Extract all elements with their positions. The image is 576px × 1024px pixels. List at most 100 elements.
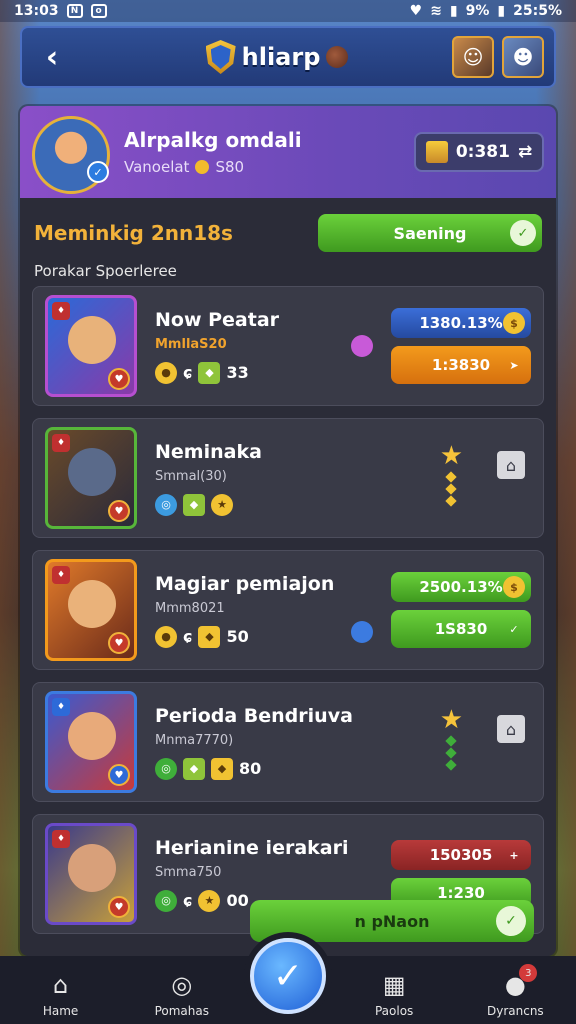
gold-icon: ●	[155, 361, 177, 384]
rank-icon: ♥	[108, 896, 130, 918]
shield-icon: ◆	[198, 625, 221, 648]
character-portrait[interactable]: ♦ ♥	[45, 559, 137, 661]
reward-markers: ★	[439, 441, 463, 507]
section-action-label: Saening	[393, 223, 467, 243]
character-portrait[interactable]: ♦ ♥	[45, 295, 137, 397]
list-item[interactable]: ♦ ♥ Perioda Bendriuva Mnma7770) ◎ ◆ ◆ 80…	[32, 682, 544, 802]
target-icon: ◎	[155, 493, 177, 516]
stat-value: 00	[226, 891, 249, 910]
nav-dynamics[interactable]: ● 3 Dyrancns	[460, 964, 570, 1018]
list-item[interactable]: ♦ ♥ Now Peatar MmllaS20 ● ɕ ◆ 33 1380.13…	[32, 286, 544, 406]
rank-icon: ♥	[108, 500, 130, 522]
chat-icon: ● 3	[499, 964, 538, 1000]
nav-label: Hame	[42, 1004, 79, 1018]
gold-icon: ●	[155, 625, 177, 648]
target-icon: ◎	[155, 757, 177, 780]
nav-tools[interactable]: ▦ Paolos	[339, 970, 449, 1018]
upgrade-button[interactable]: 1S830 ✓	[391, 610, 531, 648]
section-title: Meminkig 2nn18s	[34, 221, 233, 245]
page-title: hliarp	[241, 43, 321, 71]
character-sub: Smma750	[155, 864, 222, 880]
header-avatars: ☺ ☻	[452, 36, 544, 78]
character-sub: Smmal(30)	[155, 468, 227, 484]
wifi-icon: ≋	[430, 3, 442, 19]
nav-home[interactable]: ⌂ Hame	[6, 970, 116, 1018]
main-panel: ✓ Alrpalkg omdali Vanoelat S80 0:381 ⇄ M…	[20, 106, 556, 956]
reward-markers: ★	[440, 707, 463, 771]
check-icon: ✓	[496, 906, 526, 936]
character-face	[68, 712, 116, 760]
floating-action-label: n pNaon	[354, 911, 430, 931]
diamond-icon	[445, 735, 458, 747]
star-icon: ★	[198, 889, 221, 912]
diamond-icon	[445, 747, 458, 759]
progress-value: 2500.13%	[419, 578, 503, 596]
character-face	[68, 316, 116, 364]
profile-banner: ✓ Alrpalkg omdali Vanoelat S80 0:381 ⇄	[20, 106, 556, 198]
class-icon: ♦	[52, 698, 70, 716]
sword-icon: ɕ	[183, 363, 193, 382]
character-name: Herianine ierakari	[155, 836, 349, 859]
diamond-icon	[445, 471, 458, 483]
rank-icon: ♥	[108, 368, 130, 390]
progress-value: 150305	[429, 846, 493, 864]
heart-icon: ♥	[409, 3, 423, 19]
coin-icon: $	[503, 576, 525, 598]
currency-display[interactable]: 0:381 ⇄	[414, 132, 544, 172]
shield-icon	[205, 40, 236, 74]
header-avatar-hero[interactable]: ☺	[452, 36, 494, 78]
nav-search[interactable]: ◎ Pomahas	[127, 970, 237, 1018]
center-check-button[interactable]: ✓	[250, 938, 326, 1014]
signal-icon: ▮	[449, 3, 458, 19]
back-button[interactable]: ‹	[32, 37, 72, 77]
profile-sub-label: Vanoelat	[124, 158, 190, 176]
cube-icon: ◆	[183, 493, 205, 516]
shield-icon: ◆	[198, 361, 221, 384]
section-action-button[interactable]: Saening ✓	[318, 214, 542, 252]
header-avatar-knight[interactable]: ☻	[502, 36, 544, 78]
calendar-icon: ▦	[382, 971, 406, 999]
character-name: Neminaka	[155, 440, 262, 463]
profile-name: Alrpalkg omdali	[124, 128, 302, 152]
section-header: Meminkig 2nn18s Saening ✓	[20, 198, 556, 256]
character-portrait[interactable]: ♦ ♥	[45, 427, 137, 529]
progress-pill: 2500.13% $	[391, 572, 531, 602]
header-title-group: hliarp	[102, 40, 452, 74]
status-bar: 13:03 N o ♥ ≋ ▮ 9% ▮ 25:5%	[0, 0, 576, 22]
list-item[interactable]: ♦ ♥ Magiar pemiajon Mmm8021 ● ɕ ◆ 50 250…	[32, 550, 544, 670]
avatar[interactable]: ✓	[32, 116, 110, 194]
character-list: ♦ ♥ Now Peatar MmllaS20 ● ɕ ◆ 33 1380.13…	[20, 286, 556, 934]
character-portrait[interactable]: ♦ ♥	[45, 823, 137, 925]
diamond-icon	[445, 483, 458, 495]
top-header: ‹ hliarp ☺ ☻	[20, 26, 556, 88]
character-stats: ● ɕ ◆ 33	[155, 361, 371, 384]
battery-icon: ▮	[497, 3, 506, 19]
app-icon: o	[90, 4, 107, 18]
battery-percent: 9%	[465, 3, 490, 19]
home-icon[interactable]: ⌂	[497, 715, 525, 743]
diamond-icon	[445, 759, 458, 771]
character-sub: MmllaS20	[155, 336, 227, 352]
shield-gem-icon	[351, 621, 373, 643]
upgrade-button[interactable]: 1:3830 ➤	[391, 346, 531, 384]
star-icon: ★	[211, 493, 233, 516]
status-time: 13:03	[14, 3, 59, 19]
home-icon[interactable]: ⌂	[497, 451, 525, 479]
class-icon: ♦	[52, 302, 70, 320]
star-icon: ★	[439, 441, 463, 471]
character-name: Perioda Bendriuva	[155, 704, 353, 727]
character-stats: ◎ ◆ ★	[155, 493, 531, 516]
upgrade-value: 1:3830	[431, 356, 491, 374]
floating-action-bar[interactable]: n pNaon ✓	[250, 900, 534, 942]
list-item[interactable]: ♦ ♥ Neminaka Smmal(30) ◎ ◆ ★ ★ ⌂	[32, 418, 544, 538]
stat-value: 33	[226, 363, 249, 382]
gem-icon	[351, 335, 373, 357]
progress-value: 1380.13%	[419, 314, 503, 332]
character-sub: Mmm8021	[155, 600, 225, 616]
character-portrait[interactable]: ♦ ♥	[45, 691, 137, 793]
character-stats: ● ɕ ◆ 50	[155, 625, 371, 648]
gold-icon	[425, 141, 448, 163]
progress-pill: 1380.13% $	[391, 308, 531, 338]
progress-pill: 150305 +	[391, 840, 531, 870]
character-face	[68, 448, 116, 496]
